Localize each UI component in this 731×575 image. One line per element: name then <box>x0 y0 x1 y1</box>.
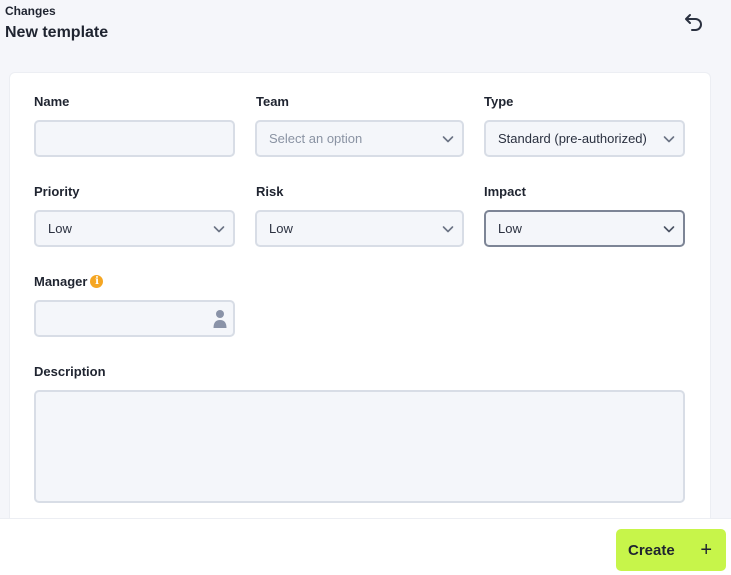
info-icon[interactable]: i <box>90 275 104 288</box>
chevron-down-icon <box>442 135 454 142</box>
breadcrumb[interactable]: Changes <box>5 4 56 18</box>
plus-icon: + <box>700 539 712 561</box>
chevron-down-icon <box>442 225 454 232</box>
name-input[interactable] <box>48 122 233 155</box>
description-textarea[interactable] <box>34 390 685 503</box>
undo-icon <box>685 14 702 31</box>
description-label: Description <box>34 364 106 379</box>
impact-select-value: Low <box>498 221 522 236</box>
manager-label: Manager <box>34 274 88 289</box>
name-field[interactable] <box>34 120 235 157</box>
chevron-down-icon <box>663 225 675 232</box>
risk-label: Risk <box>256 184 284 199</box>
name-label: Name <box>34 94 70 109</box>
footer-bar: Create + <box>0 518 731 575</box>
team-select[interactable]: Select an option <box>255 120 464 157</box>
team-label: Team <box>256 94 289 109</box>
risk-select-value: Low <box>269 221 293 236</box>
priority-select-value: Low <box>48 221 72 236</box>
impact-label: Impact <box>484 184 526 199</box>
type-label: Type <box>484 94 514 109</box>
manager-label-row: Manager i <box>34 274 104 289</box>
type-select-value: Standard (pre-authorized) <box>498 131 647 146</box>
team-select-placeholder: Select an option <box>269 131 363 146</box>
create-button[interactable]: Create + <box>616 529 726 571</box>
chevron-down-icon <box>663 135 675 142</box>
person-icon <box>213 310 227 328</box>
priority-select[interactable]: Low <box>34 210 235 247</box>
priority-label: Priority <box>34 184 80 199</box>
page-header: Changes New template <box>0 0 731 70</box>
manager-field[interactable] <box>34 300 235 337</box>
create-button-label: Create <box>628 541 675 559</box>
type-select[interactable]: Standard (pre-authorized) <box>484 120 685 157</box>
risk-select[interactable]: Low <box>255 210 464 247</box>
page-title: New template <box>5 24 109 41</box>
undo-button[interactable] <box>681 9 707 35</box>
chevron-down-icon <box>213 225 225 232</box>
manager-input[interactable] <box>48 302 208 335</box>
impact-select[interactable]: Low <box>484 210 685 247</box>
